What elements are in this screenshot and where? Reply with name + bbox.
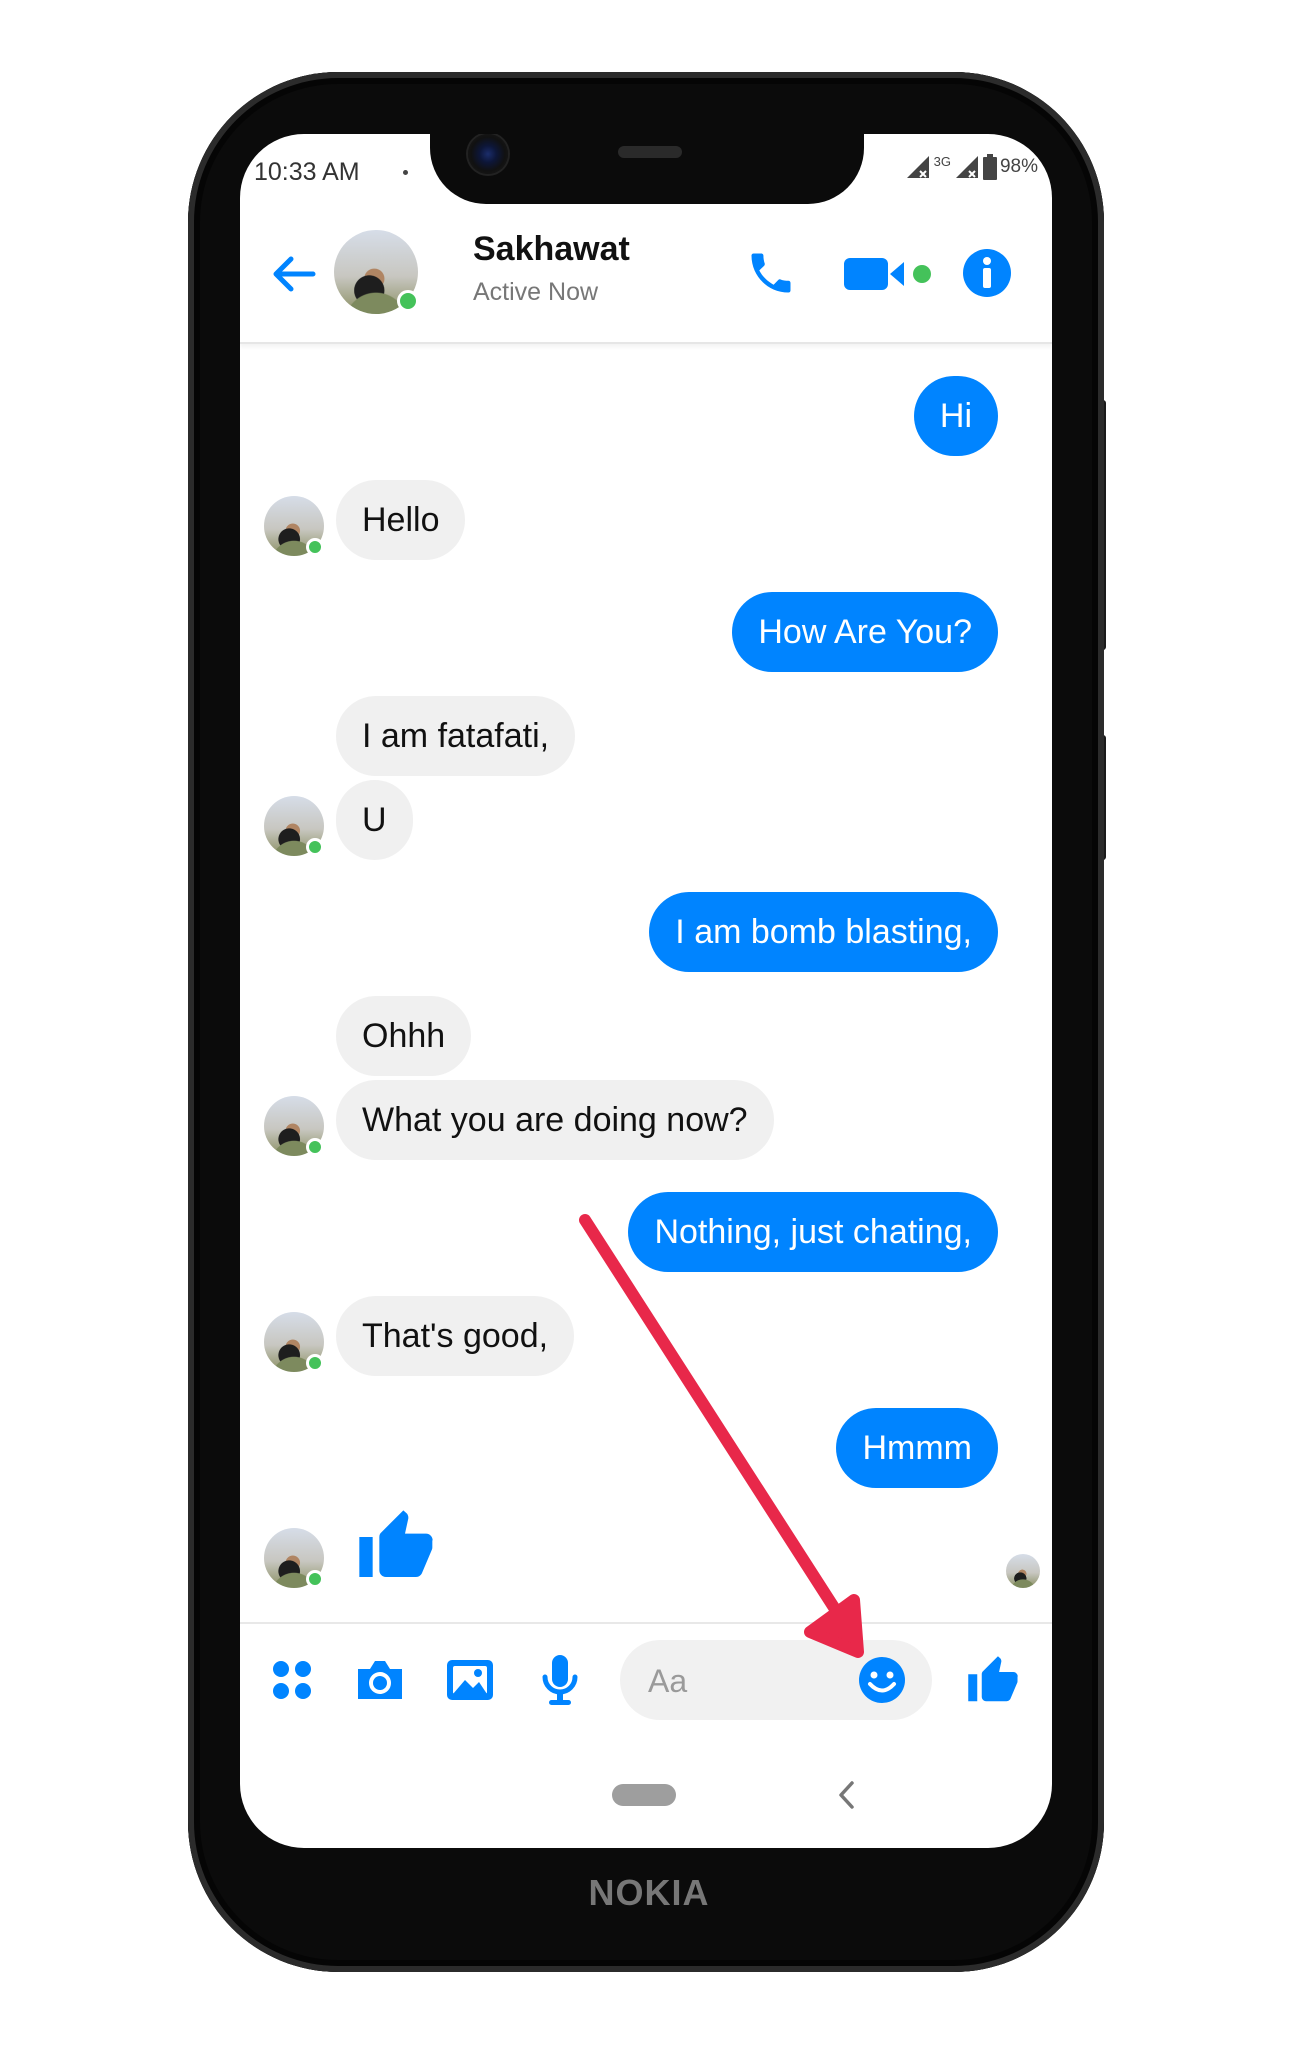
microphone-icon[interactable] [530,1650,590,1710]
contact-status: Active Now [473,278,599,306]
phone-call-icon[interactable] [740,242,802,304]
online-indicator [397,290,419,312]
emoji-icon[interactable] [852,1650,912,1710]
network-type: 3G [933,154,951,169]
message-outgoing[interactable]: How Are You? [732,592,998,672]
message-outgoing[interactable]: I am bomb blasting, [649,892,998,972]
message-incoming[interactable]: Ohhh [336,996,472,1076]
thumbs-up-sticker-icon[interactable] [356,1504,436,1590]
message-incoming[interactable]: What you are doing now? [336,1080,774,1160]
message-incoming[interactable]: U [336,780,413,860]
composer-bar [240,1622,1052,1744]
message-incoming[interactable]: Hello [336,480,466,560]
message-outgoing[interactable]: Hmmm [836,1408,998,1488]
online-indicator [306,1138,324,1156]
online-indicator [306,1354,324,1372]
signal-icon [906,156,929,178]
signal-icon-2 [955,156,978,178]
message-input[interactable] [646,1640,850,1722]
notch [430,134,864,204]
message-input-box[interactable] [620,1640,932,1722]
online-indicator [306,538,324,556]
battery-level: 98% [999,156,1038,177]
phone-screen: 10:33 AM 3G 98% Sakhawat Active Now Hi H… [240,134,1052,1848]
more-actions-icon[interactable] [264,1652,320,1708]
status-time: 10:33 AM [254,158,360,186]
message-incoming[interactable]: That's good, [336,1296,575,1376]
message-outgoing[interactable]: Nothing, just chating, [628,1192,998,1272]
gallery-icon[interactable] [440,1652,500,1708]
home-gesture-pill[interactable] [612,1784,676,1806]
earpiece [618,146,682,158]
camera-icon[interactable] [350,1652,410,1708]
online-indicator [306,838,324,856]
thumbs-up-send-icon[interactable] [958,1646,1028,1716]
brand-logo: NOKIA [588,1872,710,1913]
video-call-icon[interactable] [838,244,938,304]
battery-icon [982,154,997,180]
nav-back-icon[interactable] [832,1778,862,1817]
message-incoming[interactable]: I am fatafati, [336,696,576,776]
seen-receipt-avatar [1006,1554,1040,1588]
notification-dot [403,170,408,175]
message-outgoing[interactable]: Hi [913,376,998,456]
status-icons: 3G 98% [905,154,1038,180]
contact-name[interactable]: Sakhawat [473,230,630,269]
info-icon[interactable] [956,242,1018,304]
front-camera [468,134,508,174]
back-arrow-icon[interactable] [264,244,324,304]
chat-header: Sakhawat Active Now [240,204,1052,344]
online-indicator [306,1570,324,1588]
